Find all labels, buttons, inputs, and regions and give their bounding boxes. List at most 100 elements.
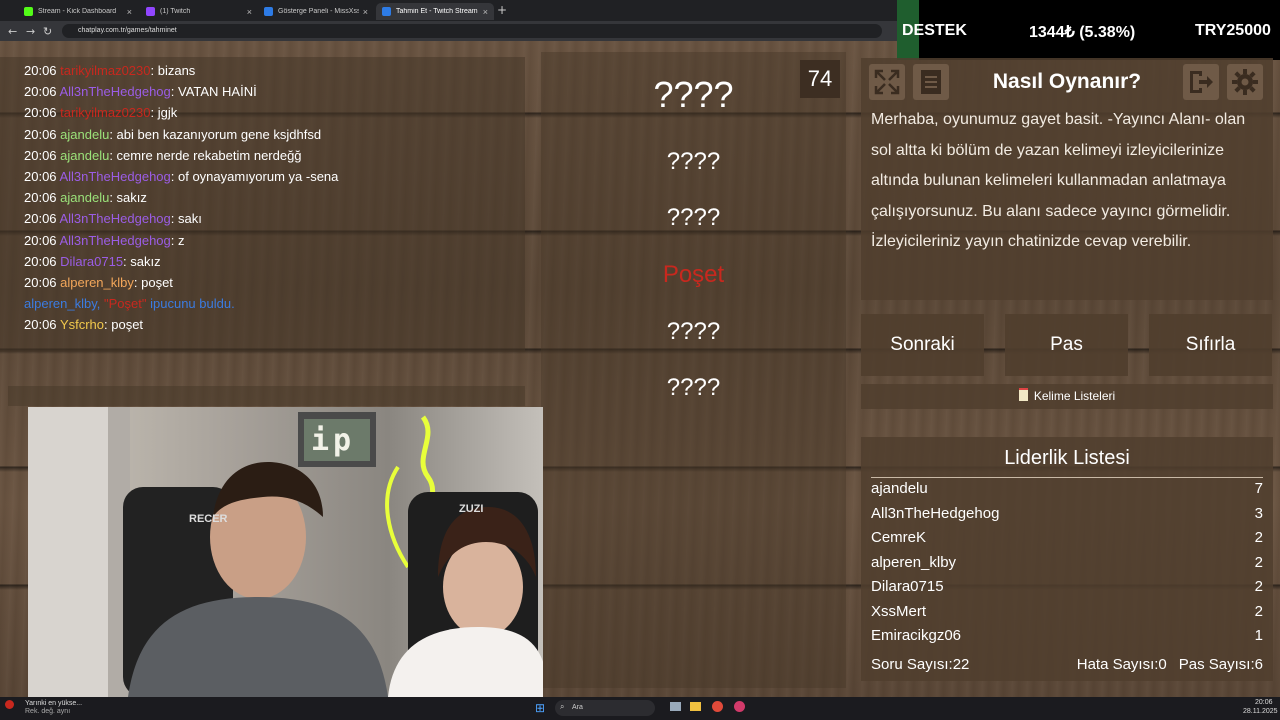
chat-username[interactable]: tarikyilmaz0230 (60, 105, 150, 120)
chat-timestamp: 20:06 (24, 169, 57, 184)
reload-icon[interactable]: ↻ (43, 25, 52, 38)
chat-text: : poşet (104, 317, 144, 333)
leaderboard-row: ajandelu 7 (871, 480, 1263, 497)
chat-username[interactable]: ajandelu (60, 127, 109, 142)
app-icon[interactable] (734, 701, 745, 712)
taskbar: Yarınki en yükse... Rek. değ. aynı ⊞ ⌕ A… (0, 697, 1280, 720)
word-lists-label: Kelime Listeleri (1033, 389, 1116, 403)
task-view-icon[interactable] (670, 702, 681, 711)
leaderboard-row: alperen_klby 2 (871, 554, 1263, 571)
back-icon[interactable]: ← (8, 25, 17, 38)
chat-username[interactable]: tarikyilmaz0230 (60, 63, 150, 78)
chat-username[interactable]: All3nTheHedgehog (59, 169, 170, 184)
chat-hint-suffix: ipucunu buldu. (150, 296, 235, 312)
tab-title: Gösterge Paneli - MissXss AI Bot (278, 8, 359, 15)
chat-username[interactable]: ajandelu (60, 190, 109, 205)
forward-icon[interactable]: → (26, 25, 35, 38)
chat-message: 20:06 All3nTheHedgehog: of oynayamıyorum… (24, 169, 338, 184)
chat-message: 20:06 alperen_klby: poşet (24, 275, 173, 290)
chat-message: 20:06 tarikyilmaz0230: jgjk (24, 105, 177, 120)
chat-message: 20:06 Dilara0715: sakız (24, 254, 161, 269)
site-favicon-icon (264, 7, 273, 16)
url-field[interactable]: chatplay.com.tr/games/tahminet (62, 24, 882, 38)
chat-timestamp: 20:06 (24, 317, 57, 333)
browser-tab[interactable]: Gösterge Paneli - MissXss AI Bot × (258, 3, 374, 20)
windows-start-icon[interactable]: ⊞ (535, 701, 545, 715)
leaderboard-row: XssMert 2 (871, 603, 1263, 620)
pass-button[interactable]: Pas (1005, 314, 1128, 376)
chat-timestamp: 20:06 (24, 105, 57, 121)
close-tab-icon[interactable]: × (483, 7, 488, 17)
chat-timestamp: 20:06 (24, 190, 57, 206)
pass-count: Pas Sayısı:6 (1178, 656, 1263, 673)
webcam-scene (28, 407, 543, 697)
close-tab-icon[interactable]: × (247, 7, 252, 17)
chrome-icon[interactable] (712, 701, 723, 712)
chat-username[interactable]: All3nTheHedgehog (59, 84, 170, 99)
chat-username[interactable]: Ysfcrho (60, 317, 104, 332)
chat-timestamp: 20:06 (24, 63, 57, 78)
taskbar-search[interactable]: ⌕ Ara (555, 700, 655, 716)
next-button[interactable]: Sonraki (861, 314, 984, 376)
chat-message: 20:06 ajandelu: abi ben kazanıyorum gene… (24, 127, 321, 142)
browser-tab[interactable]: Stream - Kick Dashboard × (18, 3, 138, 20)
chat-text: : sakı (170, 211, 202, 227)
leaderboard-panel: Liderlik Listesi ajandelu 7 All3nTheHedge… (861, 437, 1273, 681)
file-explorer-icon[interactable] (690, 702, 701, 711)
chat-timestamp: 20:06 (24, 275, 57, 290)
neon-sign-text: ip (311, 423, 356, 458)
kick-favicon-icon (24, 7, 33, 16)
ticker-label: DESTEK (902, 22, 967, 39)
chat-message: 20:06 All3nTheHedgehog: z (24, 233, 185, 248)
chat-message: 20:06 tarikyilmaz0230: bizans (24, 63, 195, 78)
logout-icon[interactable] (1183, 64, 1219, 100)
url-text: chatplay.com.tr/games/tahminet (78, 27, 177, 34)
browser-tab-active[interactable]: Tahmin Et - Twitch Stream Games × (376, 3, 494, 20)
chat-username[interactable]: alperen_klby, (24, 296, 100, 311)
chat-timestamp: 20:06 (24, 126, 57, 142)
word-slot: ???? (666, 374, 721, 401)
word-slot: ???? (666, 148, 721, 175)
chat-hint-word: "Poşet" (104, 296, 147, 312)
chat-text: : of oynayamıyorum ya -sena (170, 169, 339, 184)
clock-time: 20:06 (1255, 699, 1273, 706)
twitch-favicon-icon (146, 7, 155, 16)
leaderboard-row: All3nTheHedgehog 3 (871, 505, 1263, 522)
leaderboard-row: Dilara0715 2 (871, 578, 1263, 595)
chat-message: 20:06 All3nTheHedgehog: VATAN HAİNİ (24, 84, 257, 99)
how-to-play-text: Merhaba, oyunumuz gayet basit. -Yayıncı … (871, 111, 1246, 250)
new-tab-icon[interactable]: + (497, 3, 507, 17)
how-to-play-panel: Nasıl Oynanır? Merhaba, oyunumuz gayet b… (861, 58, 1273, 300)
site-favicon-icon (382, 7, 391, 16)
chat-message: 20:06 ajandelu: cemre nerde rekabetim ne… (24, 148, 302, 163)
leaderboard-row: Emiracikgz06 1 (871, 627, 1263, 644)
leaderboard-stats: Soru Sayısı:22 Hata Sayısı:0 Pas Sayısı:… (871, 656, 1263, 673)
reset-button[interactable]: Sıfırla (1149, 314, 1272, 376)
chat-text: : cemre nerde rekabetim nerdeğğ (109, 147, 302, 163)
notepad-icon (1018, 388, 1028, 401)
chat-text: : z (170, 232, 185, 248)
tab-title: Stream - Kick Dashboard (38, 8, 117, 15)
chair-brand-right: ZUZI (459, 503, 484, 515)
chat-text: : jgjk (150, 105, 178, 121)
close-tab-icon[interactable]: × (127, 7, 132, 17)
close-tab-icon[interactable]: × (363, 7, 368, 17)
gear-icon[interactable] (1227, 64, 1263, 100)
chat-username[interactable]: All3nTheHedgehog (59, 211, 170, 226)
word-slot-found: Poşet (662, 261, 725, 288)
browser-tab-bar: Stream - Kick Dashboard × (1) Twitch × G… (0, 0, 900, 21)
chat-timestamp: 20:06 (24, 147, 57, 163)
chat-username[interactable]: Dilara0715 (60, 254, 123, 269)
chat-timestamp: 20:06 (24, 232, 57, 248)
browser-tab[interactable]: (1) Twitch × (140, 3, 258, 20)
taskbar-notif-title[interactable]: Yarınki en yükse... (25, 700, 82, 707)
chat-username[interactable]: ajandelu (60, 148, 109, 163)
chat-username[interactable]: All3nTheHedgehog (59, 233, 170, 248)
tab-title: Tahmin Et - Twitch Stream Games (396, 8, 479, 15)
question-count: Soru Sayısı:22 (871, 656, 970, 673)
taskbar-notif-sub: Rek. değ. aynı (25, 708, 71, 715)
address-bar: ← → ↻ chatplay.com.tr/games/tahminet (0, 21, 900, 41)
chat-username[interactable]: alperen_klby (60, 275, 134, 290)
streamer-area-bar (8, 386, 525, 406)
word-lists-button[interactable]: Kelime Listeleri (861, 384, 1273, 409)
